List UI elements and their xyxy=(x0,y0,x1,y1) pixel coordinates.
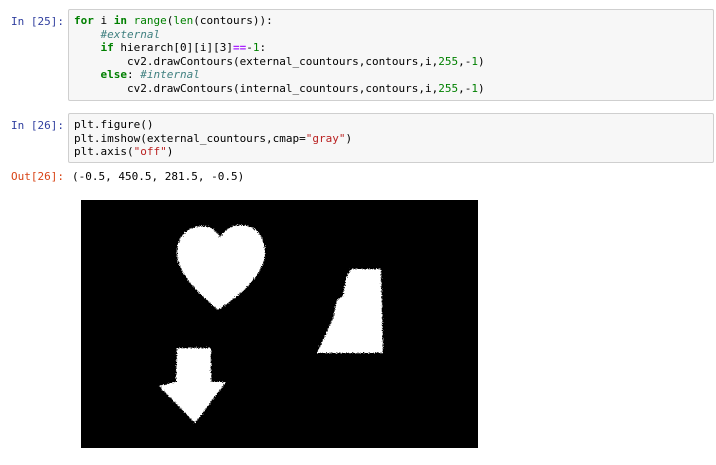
token: range xyxy=(133,14,167,27)
token: #external xyxy=(100,27,161,41)
token: hierarch[0][i][3] xyxy=(120,41,233,55)
token: cv2.drawContours(internal_countours,cont… xyxy=(74,81,439,95)
token: 1 xyxy=(471,81,478,95)
code-cell-25[interactable]: for i in range(len(contours)): #external… xyxy=(68,9,714,101)
token: : xyxy=(127,68,141,82)
token: ) xyxy=(345,131,353,145)
token: ) xyxy=(478,81,485,95)
code-line-3: plt.axis("off") xyxy=(74,145,708,159)
token: if xyxy=(100,41,114,55)
token: "gray" xyxy=(305,131,346,145)
code-line-2: #external xyxy=(74,28,708,42)
token: 255 xyxy=(438,81,459,95)
code-line-1: for i in range(len(contours)): xyxy=(74,14,708,28)
code-line-6: cv2.drawContours(internal_countours,cont… xyxy=(74,82,708,96)
token: ,- xyxy=(458,81,472,95)
token: cv2.drawContours(external_countours,cont… xyxy=(74,54,439,68)
cell-26-prompt: In [26]: xyxy=(11,119,64,132)
plot-background xyxy=(81,200,478,448)
code-line-1: plt.figure() xyxy=(74,118,708,132)
contour-image xyxy=(81,200,478,448)
output-prompt: Out[26]: xyxy=(11,170,64,183)
token: == xyxy=(232,41,247,55)
plot-image xyxy=(81,200,478,448)
token: in xyxy=(113,14,127,27)
token: ) xyxy=(478,54,485,68)
token: "off" xyxy=(133,145,167,159)
code-line-5: else: #internal xyxy=(74,68,708,82)
code-line-4: cv2.drawContours(external_countours,cont… xyxy=(74,55,708,69)
token: 255 xyxy=(438,54,459,68)
token: i xyxy=(100,14,114,27)
code-line-3: if hierarch[0][i][3]==-1: xyxy=(74,41,708,55)
token: plt.figure() xyxy=(74,118,154,131)
token: else xyxy=(100,68,128,82)
token: len xyxy=(173,14,194,27)
code-cell-26[interactable]: plt.figure() plt.imshow(external_countou… xyxy=(68,113,714,163)
token: - xyxy=(246,41,253,55)
token: plt.imshow(external_countours,cmap= xyxy=(74,131,306,145)
token: ) xyxy=(166,145,174,159)
token: plt.axis( xyxy=(74,145,134,159)
token: 1 xyxy=(471,54,478,68)
cell-25-prompt: In [25]: xyxy=(11,15,64,28)
code-line-2: plt.imshow(external_countours,cmap="gray… xyxy=(74,132,708,146)
token: for xyxy=(74,14,94,27)
token: ,- xyxy=(458,54,472,68)
token: (contours)): xyxy=(193,14,273,27)
token: #internal xyxy=(140,68,200,82)
token: : xyxy=(259,41,267,55)
output-text: (-0.5, 450.5, 281.5, -0.5) xyxy=(72,170,245,183)
